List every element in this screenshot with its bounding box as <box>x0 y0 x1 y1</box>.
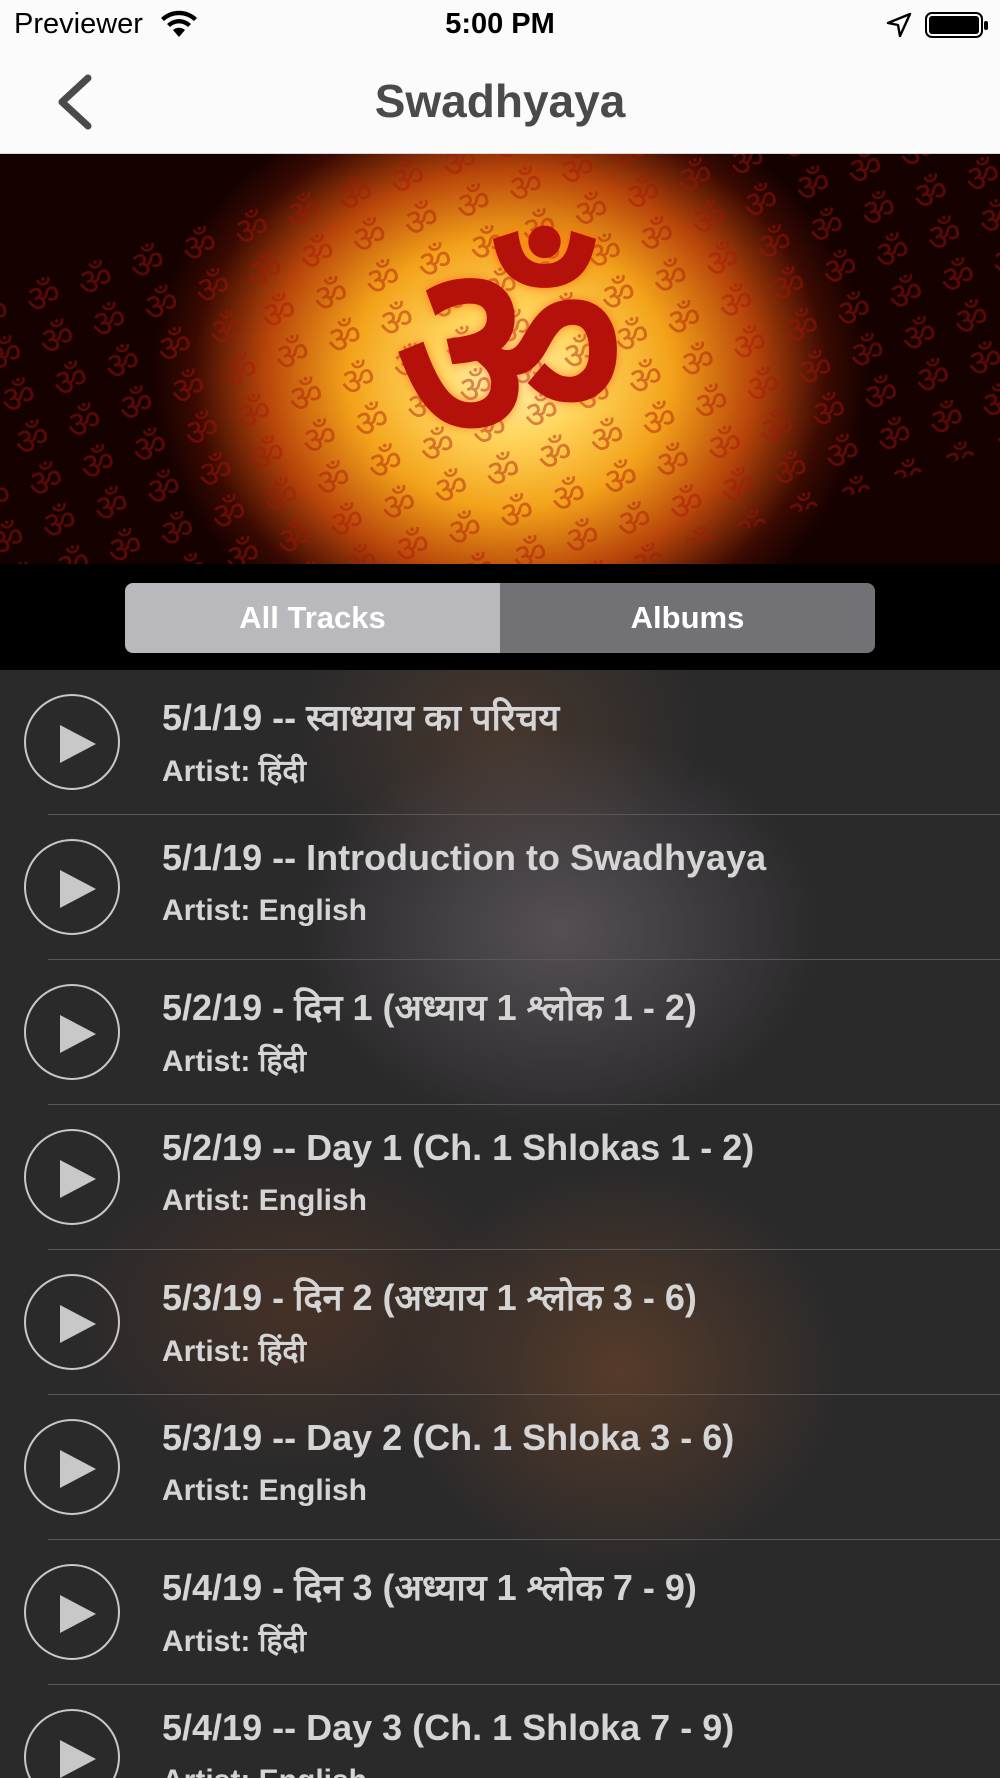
segment-all-tracks[interactable]: All Tracks <box>125 583 500 653</box>
track-row[interactable]: 5/3/19 - दिन 2 (अध्याय 1 श्लोक 3 - 6) Art… <box>0 1250 1000 1395</box>
status-bar: Previewer 5:00 PM <box>0 0 1000 52</box>
track-artist: Artist: हिंदी <box>162 1335 307 1368</box>
play-icon <box>60 725 96 763</box>
track-row[interactable]: 5/2/19 - दिन 1 (अध्याय 1 श्लोक 1 - 2) Art… <box>0 960 1000 1105</box>
play-icon <box>60 1015 96 1053</box>
segment-albums[interactable]: Albums <box>500 583 875 653</box>
play-icon <box>60 1450 96 1488</box>
om-symbol: ॐ <box>396 208 624 499</box>
track-row[interactable]: 5/4/19 -- Day 3 (Ch. 1 Shloka 7 - 9) Arti… <box>0 1685 1000 1778</box>
track-row[interactable]: 5/3/19 -- Day 2 (Ch. 1 Shloka 3 - 6) Arti… <box>0 1395 1000 1540</box>
track-artist: Artist: English <box>162 1764 367 1778</box>
track-artist: Artist: हिंदी <box>162 1045 307 1078</box>
play-button[interactable] <box>24 694 120 790</box>
play-button[interactable] <box>24 839 120 935</box>
track-title: 5/2/19 - दिन 1 (अध्याय 1 श्लोक 1 - 2) <box>162 987 697 1028</box>
location-icon <box>886 12 912 38</box>
play-icon <box>60 1305 96 1343</box>
play-icon <box>60 1160 96 1198</box>
battery-icon <box>925 12 988 38</box>
play-button[interactable] <box>24 1709 120 1778</box>
play-button[interactable] <box>24 1274 120 1370</box>
track-title: 5/1/19 -- Introduction to Swadhyaya <box>162 837 767 878</box>
track-row[interactable]: 5/1/19 -- Introduction to Swadhyaya Artis… <box>0 815 1000 960</box>
play-icon <box>60 1740 96 1778</box>
track-title: 5/4/19 - दिन 3 (अध्याय 1 श्लोक 7 - 9) <box>162 1567 697 1608</box>
track-artist: Artist: English <box>162 1474 368 1507</box>
track-artist: Artist: हिंदी <box>162 1625 307 1658</box>
track-artist: Artist: हिंदी <box>162 755 307 788</box>
track-row[interactable]: 5/2/19 -- Day 1 (Ch. 1 Shlokas 1 - 2) Art… <box>0 1105 1000 1250</box>
track-artist: Artist: English <box>162 1184 368 1217</box>
track-list[interactable]: 5/1/19 -- स्वाध्याय का परिचय Artist: हिंद… <box>0 670 1000 1778</box>
play-button[interactable] <box>24 1419 120 1515</box>
track-title: 5/4/19 -- Day 3 (Ch. 1 Shloka 7 - 9) <box>162 1707 735 1748</box>
play-icon <box>60 1595 96 1633</box>
banner-image: ॐ ॐ ॐ ॐ ॐ ॐ ॐ ॐ ॐ ॐ ॐ ॐ ॐ ॐ ॐ ॐ ॐ ॐ ॐ ॐ … <box>0 154 1000 564</box>
track-row[interactable]: 5/4/19 - दिन 3 (अध्याय 1 श्लोक 7 - 9) Art… <box>0 1540 1000 1685</box>
segment-bar: All Tracks Albums <box>0 564 1000 670</box>
play-button[interactable] <box>24 1129 120 1225</box>
play-button[interactable] <box>24 1564 120 1660</box>
status-time: 5:00 PM <box>445 8 555 40</box>
segmented-control: All Tracks Albums <box>125 583 875 653</box>
page-title: Swadhyaya <box>374 75 626 127</box>
track-title: 5/2/19 -- Day 1 (Ch. 1 Shlokas 1 - 2) <box>162 1127 755 1168</box>
track-artist: Artist: English <box>162 894 368 927</box>
track-title: 5/3/19 -- Day 2 (Ch. 1 Shloka 3 - 6) <box>162 1417 735 1458</box>
track-title: 5/1/19 -- स्वाध्याय का परिचय <box>162 697 560 738</box>
navigation-bar: Swadhyaya <box>0 52 1000 154</box>
track-row[interactable]: 5/1/19 -- स्वाध्याय का परिचय Artist: हिंद… <box>0 670 1000 815</box>
track-title: 5/3/19 - दिन 2 (अध्याय 1 श्लोक 3 - 6) <box>162 1277 697 1318</box>
play-button[interactable] <box>24 984 120 1080</box>
play-icon <box>60 870 96 908</box>
